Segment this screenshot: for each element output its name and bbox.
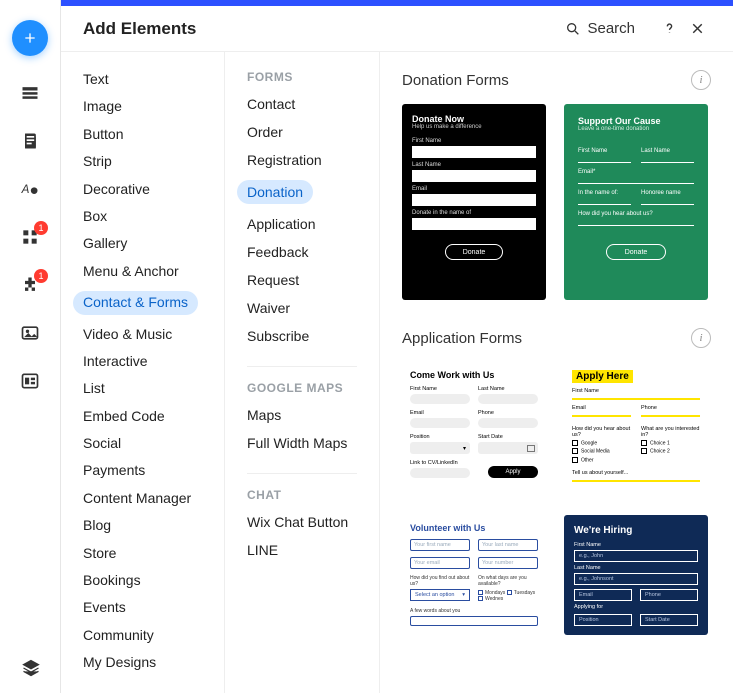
search-icon: [565, 21, 581, 37]
close-button[interactable]: [683, 20, 711, 37]
subcategory-item[interactable]: Request: [225, 266, 379, 294]
subcategory-item[interactable]: Contact: [225, 90, 379, 118]
content-icon[interactable]: [19, 370, 41, 392]
help-icon: [661, 20, 678, 37]
subcategory-item[interactable]: LINE: [225, 536, 379, 564]
preview-area: Donation Forms i Donate Now Help us make…: [380, 52, 733, 693]
close-icon: [689, 20, 706, 37]
page-icon[interactable]: [19, 130, 41, 152]
add-elements-panel: Add Elements Search TextImageButtonStrip…: [61, 6, 733, 693]
category-item[interactable]: My Designs: [61, 649, 224, 676]
category-item[interactable]: Gallery: [61, 230, 224, 257]
subcategory-item[interactable]: Wix Chat Button: [225, 508, 379, 536]
template-come-work[interactable]: Come Work with Us First NameLast Name Em…: [402, 362, 546, 487]
left-toolbar: A 1 1: [0, 0, 61, 693]
category-list: TextImageButtonStripDecorativeBoxGallery…: [61, 52, 225, 693]
category-item[interactable]: List: [61, 375, 224, 402]
subcategory-item[interactable]: Order: [225, 118, 379, 146]
category-item[interactable]: Social: [61, 430, 224, 457]
apps-badge: 1: [34, 221, 48, 235]
layers-icon[interactable]: [20, 657, 42, 679]
subcategory-item[interactable]: Registration: [225, 146, 379, 174]
category-item[interactable]: Strip: [61, 148, 224, 175]
category-item[interactable]: Bookings: [61, 567, 224, 594]
panel-header: Add Elements Search: [61, 6, 733, 52]
template-apply-here[interactable]: Apply Here First Name EmailPhone How did…: [564, 362, 708, 487]
group-title-application: Application Forms: [402, 330, 691, 347]
subcategory-item[interactable]: Maps: [225, 401, 379, 429]
template-support-cause[interactable]: Support Our Cause Leave a one-time donat…: [564, 104, 708, 300]
info-icon[interactable]: i: [691, 70, 711, 90]
media-icon[interactable]: [19, 322, 41, 344]
help-button[interactable]: [655, 20, 683, 37]
search-label: Search: [587, 20, 635, 37]
category-item[interactable]: Text: [61, 66, 224, 93]
plus-icon: [22, 30, 38, 46]
group-title-donation: Donation Forms: [402, 72, 691, 89]
subcategory-item[interactable]: Full Width Maps: [225, 429, 379, 457]
category-item[interactable]: Video & Music: [61, 321, 224, 348]
category-item[interactable]: Interactive: [61, 348, 224, 375]
add-element-button[interactable]: [12, 20, 48, 56]
category-item[interactable]: Blog: [61, 512, 224, 539]
category-item[interactable]: Menu & Anchor: [61, 258, 224, 285]
info-icon[interactable]: i: [691, 328, 711, 348]
svg-text:A: A: [21, 183, 30, 196]
category-item[interactable]: Embed Code: [61, 403, 224, 430]
sections-icon[interactable]: [19, 82, 41, 104]
addons-icon[interactable]: 1: [19, 274, 41, 296]
subcategory-list: FORMS ContactOrderRegistrationDonationAp…: [225, 52, 380, 693]
subcategory-item[interactable]: Waiver: [225, 294, 379, 322]
template-volunteer[interactable]: Volunteer with Us Your first nameYour la…: [402, 515, 546, 635]
panel-title: Add Elements: [83, 19, 565, 39]
subcategory-item[interactable]: Application: [225, 210, 379, 238]
section-label-maps: GOOGLE MAPS: [225, 381, 379, 401]
subcategory-item[interactable]: Subscribe: [225, 322, 379, 350]
category-item[interactable]: Contact & Forms: [61, 285, 224, 320]
category-item[interactable]: Box: [61, 203, 224, 230]
category-item[interactable]: Events: [61, 594, 224, 621]
search-button[interactable]: Search: [565, 20, 635, 37]
section-label-chat: CHAT: [225, 488, 379, 508]
apps-icon[interactable]: 1: [19, 226, 41, 248]
category-item[interactable]: Button: [61, 121, 224, 148]
category-item[interactable]: Community: [61, 622, 224, 649]
divider: [247, 366, 357, 367]
subcategory-item[interactable]: Donation: [225, 174, 379, 210]
category-item[interactable]: Payments: [61, 457, 224, 484]
category-item[interactable]: Decorative: [61, 176, 224, 203]
category-item[interactable]: Store: [61, 540, 224, 567]
category-item[interactable]: Content Manager: [61, 485, 224, 512]
template-donate-now[interactable]: Donate Now Help us make a difference Fir…: [402, 104, 546, 300]
divider: [247, 473, 357, 474]
subcategory-item[interactable]: Feedback: [225, 238, 379, 266]
design-icon[interactable]: A: [19, 178, 41, 200]
category-item[interactable]: Image: [61, 93, 224, 120]
section-label-forms: FORMS: [225, 70, 379, 90]
addons-badge: 1: [34, 269, 48, 283]
template-hiring[interactable]: We're Hiring First Namee.g., John Last N…: [564, 515, 708, 635]
